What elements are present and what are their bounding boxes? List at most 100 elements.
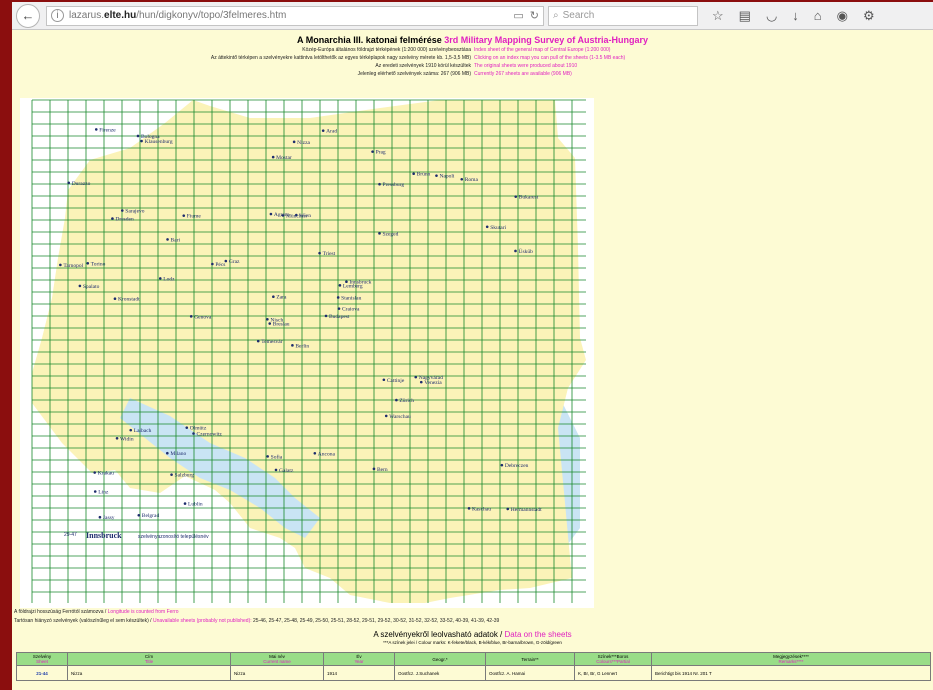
place-marker: [467, 507, 471, 510]
legend-text: szelvényazonosító településnév: [138, 534, 209, 540]
place-label: Pressburg: [383, 182, 405, 188]
place-label: Lublin: [188, 502, 203, 508]
data-section-title: A szelvényekről leolvasható adatok / Dat…: [373, 630, 572, 639]
place-marker: [192, 432, 195, 435]
place-label: Kaschau: [472, 506, 491, 512]
star-icon[interactable]: ☆: [712, 8, 724, 24]
place-label: Nagyvárad: [419, 375, 443, 381]
cell-remarks: Berichtigt bis 1914 Nr. 201 T: [651, 665, 931, 681]
place-label: Galatz: [279, 468, 294, 474]
place-label: Arad: [326, 129, 337, 135]
place-label: Bologna: [141, 134, 160, 140]
download-icon[interactable]: ↓: [792, 8, 799, 24]
place-marker: [266, 455, 269, 458]
place-marker: [271, 155, 275, 159]
place-label: Olmütz: [190, 426, 207, 432]
place-label: Craiova: [342, 307, 360, 313]
back-button[interactable]: ←: [16, 3, 40, 28]
place-label: Bern: [377, 467, 388, 473]
settings-icon[interactable]: ⚙: [863, 8, 875, 24]
place-label: Linz: [98, 489, 109, 495]
reader-view-icon[interactable]: ▭: [513, 9, 523, 22]
place-marker: [183, 502, 187, 505]
place-marker: [324, 314, 328, 318]
table-row: 21-44 Nizza Nizza 1914 Oostfcz. J.Suchan…: [16, 665, 931, 681]
search-input[interactable]: ⌕ Search: [548, 5, 698, 26]
library-icon[interactable]: ▤: [739, 8, 751, 24]
place-marker: [129, 428, 133, 432]
place-label: Tarnopol: [63, 263, 83, 269]
page-header: A Monarchia III. katonai felmérése 3rd M…: [12, 34, 933, 78]
place-label: Budapest: [329, 314, 350, 320]
pocket-icon[interactable]: ◡: [766, 8, 777, 24]
url-text: lazarus.elte.hu/hun/digkonyv/topo/3felme…: [69, 10, 287, 21]
search-placeholder: Search: [562, 10, 595, 21]
place-label: Laibach: [134, 428, 152, 434]
place-marker: [211, 262, 214, 266]
place-label: Pécs: [215, 262, 225, 268]
place-label: Bari: [171, 237, 181, 243]
place-marker: [140, 139, 143, 143]
index-map[interactable]: Berlin Dresden Breslau Krakau Lemberg Czernow…: [20, 98, 594, 608]
home-icon[interactable]: ⌂: [814, 8, 822, 24]
place-marker: [189, 315, 193, 318]
place-label: Debreczen: [505, 463, 529, 469]
col-remarks: Megjegyzések**** Remarks****: [651, 652, 931, 666]
place-marker: [166, 238, 169, 241]
place-marker: [94, 128, 98, 131]
reload-icon[interactable]: ↻: [530, 9, 539, 22]
place-marker: [185, 426, 189, 429]
place-marker: [113, 297, 117, 300]
place-marker: [419, 380, 423, 384]
col-geogr: Geogr.*: [394, 652, 486, 666]
address-bar[interactable]: i lazarus.elte.hu/hun/digkonyv/topo/3fel…: [46, 5, 544, 26]
place-label: Berlin: [295, 343, 309, 349]
place-marker: [292, 140, 296, 144]
page-content: A Monarchia III. katonai felmérése 3rd M…: [12, 30, 933, 690]
sheet-link[interactable]: 21-44: [16, 665, 68, 681]
place-marker: [378, 182, 381, 186]
table-header-row: Szelvény Sheet Cím Title Mai név Current na…: [16, 652, 931, 666]
search-icon: ⌕: [553, 10, 559, 21]
place-marker: [506, 507, 510, 511]
place-marker: [256, 339, 260, 343]
info-icon[interactable]: i: [51, 9, 64, 22]
place-marker: [111, 217, 114, 220]
legend-city: Innsbruck: [86, 531, 122, 540]
place-marker: [120, 209, 124, 212]
place-label: Skutari: [490, 225, 506, 231]
place-label: Krakau: [98, 471, 114, 477]
place-marker: [321, 129, 325, 132]
header-row: Közép-Európa általános földrajzi térképé…: [302, 47, 611, 53]
place-label: Salzburg: [175, 473, 195, 479]
place-label: Üsküb: [518, 248, 533, 255]
chat-icon[interactable]: ◉: [837, 8, 848, 24]
place-marker: [166, 451, 169, 455]
place-marker: [78, 284, 82, 288]
place-marker: [269, 212, 273, 216]
place-label: Zürich: [399, 398, 414, 404]
header-row: Az eredeti szelvények 1910 körül készült…: [375, 63, 578, 69]
place-marker: [137, 513, 141, 517]
place-label: Milano: [170, 451, 186, 457]
place-label: Kronstadt: [118, 297, 140, 303]
col-current-name: Mai név Current name: [230, 652, 324, 666]
place-label: Firenze: [99, 127, 116, 133]
place-label: Triest: [323, 251, 336, 257]
place-label: Ancona: [318, 451, 336, 457]
place-label: Torino: [91, 261, 106, 267]
place-marker: [158, 277, 162, 280]
place-label: Genova: [194, 314, 212, 320]
place-marker: [372, 467, 376, 471]
place-marker: [500, 463, 504, 467]
place-marker: [435, 174, 438, 177]
place-label: Belgrad: [142, 513, 160, 519]
place-marker: [281, 214, 285, 217]
cell-terrain: Oostfcz. A. Hamai: [485, 665, 575, 681]
place-label: Napoli: [439, 174, 454, 180]
place-label: Innsbruck: [349, 280, 371, 286]
place-label: Sofia: [271, 453, 283, 460]
index-map-svg[interactable]: BerlinDresdenBreslauKrakauLembergCzernow…: [20, 98, 594, 608]
place-marker: [384, 414, 388, 418]
place-marker: [266, 318, 269, 321]
